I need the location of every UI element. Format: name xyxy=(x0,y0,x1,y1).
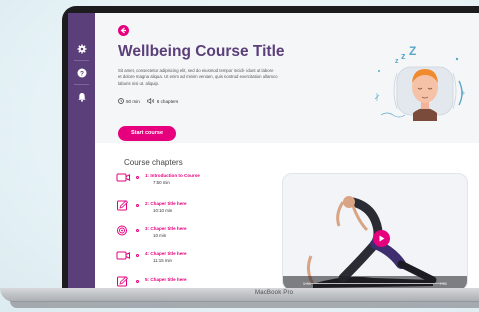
chapter-duration: 7:50 min xyxy=(153,180,170,185)
chapter-title: 4: Chaper title here xyxy=(145,251,187,256)
video-player[interactable]: 0:00 7:50 xyxy=(282,173,468,290)
chapter-title: 1: Introduction to Course xyxy=(145,173,200,178)
laptop-base xyxy=(0,288,479,302)
chapter-dot xyxy=(136,229,139,232)
sidebar-divider xyxy=(74,84,89,85)
chapter-duration: 10:10 min xyxy=(153,208,173,213)
svg-text:z: z xyxy=(395,58,399,65)
chapter-title: 3: Chaper title here xyxy=(145,226,187,231)
chapters-count-text: 6 chapters xyxy=(156,98,179,104)
chapter-dot xyxy=(136,254,139,257)
chapter-dot xyxy=(136,176,139,179)
play-icon xyxy=(379,235,385,242)
laptop-base-edge xyxy=(10,301,479,308)
device-brand-label: MacBook Pro xyxy=(255,290,294,296)
chapters-meta: 6 chapters xyxy=(146,98,179,104)
course-meta: 50 min 6 chapters xyxy=(118,98,178,104)
sidebar: ? xyxy=(68,13,95,290)
stage: ? Wellbeing Course Title Sit amet, conse… xyxy=(0,0,479,312)
video-icon xyxy=(116,173,130,182)
chapter-duration: 11:15 min xyxy=(153,258,172,263)
chapter-dot xyxy=(136,280,139,283)
svg-text:Z: Z xyxy=(409,44,416,58)
svg-text:?: ? xyxy=(80,70,84,77)
video-icon xyxy=(116,251,130,260)
notification-bell-icon[interactable] xyxy=(76,91,87,102)
course-description: Sit amet, consectetur adipiscing elit, s… xyxy=(118,68,278,86)
edit-icon xyxy=(117,200,129,211)
speaker-icon xyxy=(146,98,154,104)
course-title: Wellbeing Course Title xyxy=(118,43,285,60)
start-course-button[interactable]: Start course xyxy=(118,126,176,141)
sleeping-person-illustration: z z Z xyxy=(374,44,465,121)
edit-icon xyxy=(117,276,129,287)
duration-meta: 50 min xyxy=(118,98,140,104)
target-icon xyxy=(117,225,127,236)
help-icon[interactable]: ? xyxy=(76,67,87,78)
video-progress-track[interactable] xyxy=(305,283,445,284)
chapter-dot xyxy=(136,204,139,207)
app-screen: ? Wellbeing Course Title Sit amet, conse… xyxy=(68,13,479,290)
sidebar-divider xyxy=(74,60,89,61)
video-total-time: 7:50 xyxy=(439,281,447,286)
back-button[interactable] xyxy=(118,25,129,36)
chapter-duration: 10 min xyxy=(153,233,167,238)
course-hero: Wellbeing Course Title Sit amet, consect… xyxy=(95,13,479,143)
arrow-left-icon xyxy=(120,27,126,34)
chapters-heading: Course chapters xyxy=(124,158,183,167)
duration-text: 50 min xyxy=(126,98,140,104)
svg-text:z: z xyxy=(401,51,406,61)
chapter-title: 2: Chaper title here xyxy=(145,201,187,206)
settings-icon[interactable] xyxy=(76,43,87,54)
chapter-title: 5: Chaper title here xyxy=(145,277,187,282)
play-button[interactable] xyxy=(373,230,390,247)
clock-icon xyxy=(118,98,124,104)
